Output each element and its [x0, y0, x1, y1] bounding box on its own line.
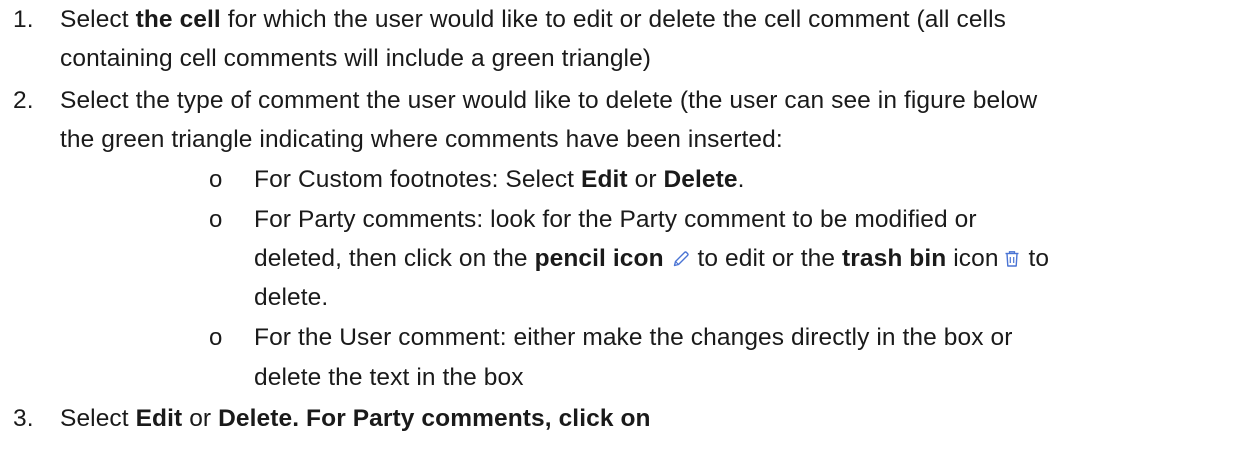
step-3-edit: Edit — [135, 405, 183, 432]
step-3-text: Select Edit or Delete. For Party comment… — [60, 402, 651, 436]
step-1-text: Select the cell for which the user would… — [60, 3, 1006, 37]
bullet-1-delete: Delete — [663, 166, 738, 193]
step-1-line-2: containing cell comments will include a … — [60, 45, 652, 72]
step-1-pre: Select — [60, 6, 136, 33]
step-1-number: 1. — [13, 6, 34, 33]
bullet-party-comments-line-1: o For Party comments: look for the Party… — [0, 203, 1256, 237]
bullet-2-trash-label: trash bin — [841, 245, 947, 272]
bullet-2-line-1: For Party comments: look for the Party c… — [254, 206, 977, 233]
bullet-3-line-1: For the User comment: either make the ch… — [254, 324, 1013, 351]
step-2-line-2: the green triangle indicating where comm… — [60, 126, 783, 153]
pencil-icon — [671, 249, 691, 269]
bullet-custom-footnotes: o For Custom footnotes: Select Edit or D… — [0, 163, 1256, 197]
step-3-or: or — [182, 405, 219, 432]
step-2-number: 2. — [13, 87, 34, 114]
bullet-2-pencil-label: pencil icon — [534, 245, 664, 272]
bullet-2-icon-word: icon — [946, 245, 999, 272]
bullet-1-or: or — [627, 166, 664, 193]
bullet-user-comment-line-1: o For the User comment: either make the … — [0, 321, 1256, 355]
bullet-1-pre: For Custom footnotes: Select — [254, 166, 581, 193]
bullet-marker: o — [209, 166, 223, 193]
document-page: 1. Select the cell for which the user wo… — [0, 0, 1256, 462]
step-1-post: for which the user would like to edit or… — [220, 6, 1006, 33]
bullet-user-comment-line-2: delete the text in the box — [254, 364, 524, 391]
step-3-pre: Select — [60, 405, 136, 432]
bullet-2-to-edit: to edit or the — [690, 245, 842, 272]
step-2-text: Select the type of comment the user woul… — [60, 87, 1038, 114]
bullet-2-to: to — [1021, 245, 1050, 272]
trash-bin-icon — [1002, 249, 1022, 269]
bullet-1-text: For Custom footnotes: Select Edit or Del… — [254, 163, 745, 197]
step-1-bold: the cell — [135, 6, 221, 33]
step-3-delete: Delete. For Party comments, click on — [218, 405, 651, 432]
bullet-1-period: . — [737, 166, 745, 193]
bullet-marker: o — [209, 324, 223, 351]
bullet-1-edit: Edit — [581, 166, 628, 193]
step-3-number: 3. — [13, 405, 34, 432]
bullet-marker: o — [209, 206, 223, 233]
bullet-party-comments-line-2: deleted, then click on the pencil icon t… — [254, 242, 1049, 276]
bullet-party-comments-line-3: delete. — [254, 284, 329, 311]
bullet-2-pre: deleted, then click on the — [254, 245, 535, 272]
